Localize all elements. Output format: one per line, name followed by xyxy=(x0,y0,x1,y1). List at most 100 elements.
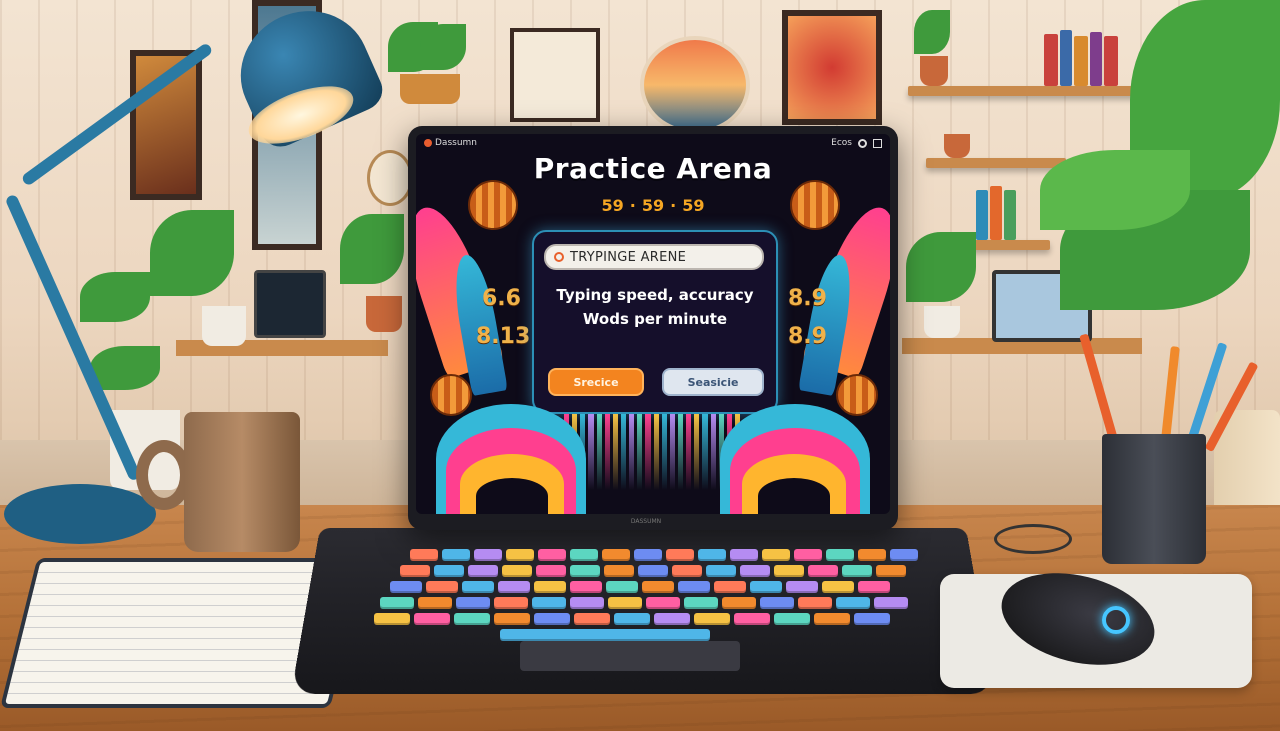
keyboard-key[interactable] xyxy=(536,565,566,577)
keyboard-key[interactable] xyxy=(822,581,854,593)
keyboard-key[interactable] xyxy=(462,581,494,593)
keyboard-key[interactable] xyxy=(468,565,498,577)
keyboard-key[interactable] xyxy=(454,613,490,625)
decor-arcs-left xyxy=(416,384,586,514)
keyboard-key[interactable] xyxy=(730,549,758,561)
keyboard-key[interactable] xyxy=(494,597,528,609)
keyboard-key[interactable] xyxy=(634,549,662,561)
keyboard-key[interactable] xyxy=(538,549,566,561)
keyboard-key[interactable] xyxy=(826,549,854,561)
keyboard-key[interactable] xyxy=(498,581,530,593)
keyboard-key[interactable] xyxy=(794,549,822,561)
shelf-middle xyxy=(926,158,1066,168)
decor-arc xyxy=(476,478,548,514)
keyboard-key[interactable] xyxy=(722,597,756,609)
keyboard-key[interactable] xyxy=(874,597,908,609)
keyboard-key[interactable] xyxy=(854,613,890,625)
keyboard-key[interactable] xyxy=(890,549,918,561)
keyboard-key[interactable] xyxy=(654,613,690,625)
keyboard-key[interactable] xyxy=(858,581,890,593)
keyboard-key[interactable] xyxy=(434,565,464,577)
keyboard-key[interactable] xyxy=(374,613,410,625)
keyboard-key[interactable] xyxy=(400,565,430,577)
plant-leaf xyxy=(150,210,234,296)
keyboard-key[interactable] xyxy=(836,597,870,609)
equalizer-bars xyxy=(564,414,741,490)
keyboard-key[interactable] xyxy=(642,581,674,593)
keyboard-key[interactable] xyxy=(774,565,804,577)
keyboard-key[interactable] xyxy=(740,565,770,577)
keyboard-key[interactable] xyxy=(390,581,422,593)
laptop-brand-label: DASSUMN xyxy=(630,518,662,525)
keyboard-key[interactable] xyxy=(808,565,838,577)
keyboard-key[interactable] xyxy=(570,581,602,593)
brand-logo-icon xyxy=(424,139,432,147)
settings-ring-icon[interactable] xyxy=(858,138,867,148)
equalizer-bar xyxy=(677,414,684,490)
shelf-lower xyxy=(970,240,1050,250)
keyboard[interactable] xyxy=(370,547,918,643)
keyboard-key[interactable] xyxy=(442,549,470,561)
counter-value: 59 xyxy=(601,196,624,215)
keyboard-key[interactable] xyxy=(380,597,414,609)
keyboard-key[interactable] xyxy=(532,597,566,609)
keyboard-key[interactable] xyxy=(714,581,746,593)
keyboard-key[interactable] xyxy=(570,549,598,561)
keyboard-key[interactable] xyxy=(638,565,668,577)
keyboard-key[interactable] xyxy=(574,613,610,625)
keyboard-key[interactable] xyxy=(762,549,790,561)
keyboard-key[interactable] xyxy=(604,565,634,577)
keyboard-key[interactable] xyxy=(774,613,810,625)
wall-art-red xyxy=(782,10,882,125)
keyboard-key[interactable] xyxy=(426,581,458,593)
keyboard-key[interactable] xyxy=(570,597,604,609)
app-title: Practice Arena xyxy=(533,152,773,185)
keyboard-key[interactable] xyxy=(608,597,642,609)
keyboard-key[interactable] xyxy=(672,565,702,577)
keyboard-key[interactable] xyxy=(646,597,680,609)
keyboard-key[interactable] xyxy=(414,613,450,625)
keyboard-key[interactable] xyxy=(678,581,710,593)
keyboard-key[interactable] xyxy=(842,565,872,577)
keyboard-key[interactable] xyxy=(750,581,782,593)
keyboard-key[interactable] xyxy=(506,549,534,561)
lamp-base xyxy=(4,484,156,544)
keyboard-key[interactable] xyxy=(814,613,850,625)
keyboard-key[interactable] xyxy=(502,565,532,577)
keyboard-key[interactable] xyxy=(606,581,638,593)
card-subtitle-second: Wods per minute xyxy=(582,310,728,328)
book xyxy=(1004,190,1016,240)
trackpad[interactable] xyxy=(520,641,740,671)
keyboard-key[interactable] xyxy=(456,597,490,609)
large-plant-leaf xyxy=(1040,150,1190,230)
spacebar-key[interactable] xyxy=(500,629,710,641)
book xyxy=(1074,36,1088,86)
window-icon[interactable] xyxy=(873,138,882,148)
keyboard-key[interactable] xyxy=(706,565,736,577)
keyboard-key[interactable] xyxy=(760,597,794,609)
keyboard-key[interactable] xyxy=(684,597,718,609)
keyboard-key[interactable] xyxy=(786,581,818,593)
keyboard-key[interactable] xyxy=(602,549,630,561)
book xyxy=(990,186,1002,240)
keyboard-key[interactable] xyxy=(570,565,600,577)
keyboard-key[interactable] xyxy=(494,613,530,625)
equalizer-bar xyxy=(629,414,635,490)
keyboard-key[interactable] xyxy=(418,597,452,609)
keyboard-key[interactable] xyxy=(698,549,726,561)
keyboard-key[interactable] xyxy=(474,549,502,561)
keyboard-key[interactable] xyxy=(858,549,886,561)
search-field[interactable]: TRYPINGE ARENE xyxy=(544,244,764,270)
left-stat: 8.13 xyxy=(476,324,531,349)
topbar-right-label[interactable]: Ecos xyxy=(831,138,852,148)
keyboard-key[interactable] xyxy=(666,549,694,561)
keyboard-key[interactable] xyxy=(410,549,438,561)
keyboard-key[interactable] xyxy=(876,565,906,577)
keyboard-key[interactable] xyxy=(798,597,832,609)
keyboard-key[interactable] xyxy=(534,613,570,625)
book xyxy=(1044,34,1058,86)
keyboard-key[interactable] xyxy=(694,613,730,625)
keyboard-key[interactable] xyxy=(534,581,566,593)
keyboard-key[interactable] xyxy=(614,613,650,625)
keyboard-key[interactable] xyxy=(734,613,770,625)
